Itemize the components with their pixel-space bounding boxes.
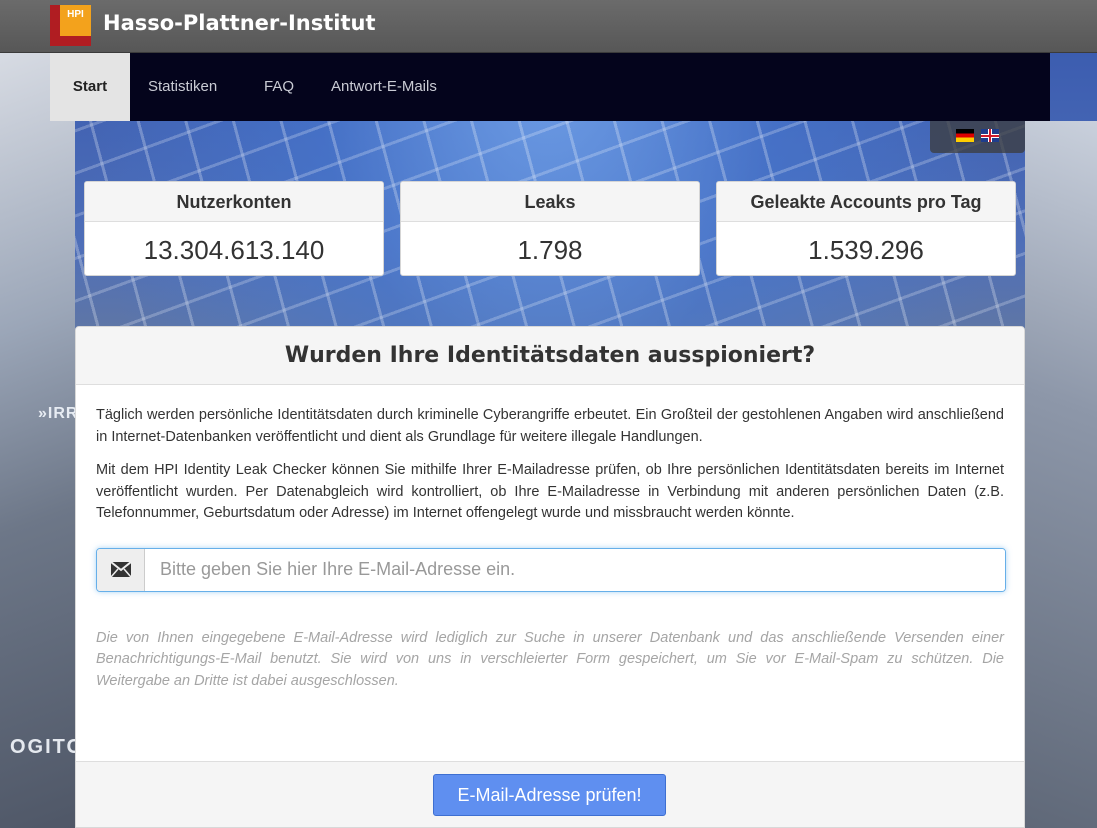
intro-paragraph: Täglich werden persönliche Identitätsdat… [96,407,1004,445]
de-flag-icon[interactable] [956,129,974,142]
envelope-icon [97,548,145,591]
privacy-disclaimer: Die von Ihnen eingegebene E-Mail-Adresse… [96,629,1004,689]
stat-label: Leaks [401,182,699,222]
main-nav: Start Statistiken FAQ Antwort-E-Mails [50,53,1050,121]
description-paragraph: Mit dem HPI Identity Leak Checker können… [96,462,1004,521]
stat-card-accounts: Nutzerkonten 13.304.613.140 [84,181,384,276]
nav-item-start[interactable]: Start [50,53,130,121]
panel-body: Täglich werden persönliche Identitätsdat… [76,385,1024,692]
hpi-logo[interactable]: HPI [50,5,91,46]
check-email-button[interactable]: E-Mail-Adresse prüfen! [433,774,666,816]
panel-footer: E-Mail-Adresse prüfen! [76,761,1024,827]
nav-item-statistiken[interactable]: Statistiken [148,53,217,121]
language-switcher [930,121,1025,153]
stat-label: Geleakte Accounts pro Tag [717,182,1015,222]
hpi-logo-text: HPI [60,5,91,36]
panel-title: Wurden Ihre Identitätsdaten ausspioniert… [76,327,1024,385]
email-input[interactable] [145,548,1005,591]
nav-item-antwort-emails[interactable]: Antwort-E-Mails [331,53,437,121]
stat-value: 13.304.613.140 [143,235,325,265]
en-flag-icon[interactable] [981,129,999,142]
stat-label: Nutzerkonten [85,182,383,222]
nav-item-faq[interactable]: FAQ [264,53,294,121]
background-sign-text-bottom: OGITO [10,736,85,758]
stat-value: 1.539.296 [808,235,924,265]
background-right-building [1025,121,1097,828]
stat-card-leaks: Leaks 1.798 [400,181,700,276]
stat-value: 1.798 [517,235,583,265]
top-header: HPI Hasso-Plattner-Institut [0,0,1097,53]
background-left-building [0,53,75,828]
background-sign-text: »IRR [38,405,79,422]
identity-check-panel: Wurden Ihre Identitätsdaten ausspioniert… [75,326,1025,828]
site-title-link[interactable]: Hasso-Plattner-Institut [103,11,376,35]
stat-card-leaked-per-day: Geleakte Accounts pro Tag 1.539.296 [716,181,1016,276]
email-input-group [96,547,1006,592]
